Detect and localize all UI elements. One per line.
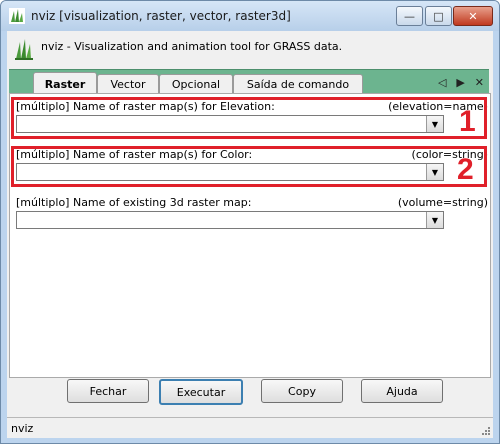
window-title: nviz [visualization, raster, vector, ras… bbox=[31, 9, 291, 23]
copy-button[interactable]: Copy bbox=[261, 379, 343, 403]
volume-label: [múltiplo] Name of existing 3d raster ma… bbox=[16, 196, 252, 209]
tab-saida-de-comando[interactable]: Saída de comando bbox=[233, 74, 363, 94]
close-window-button[interactable]: ✕ bbox=[453, 6, 493, 26]
grass-app-icon bbox=[9, 8, 25, 24]
run-button[interactable]: Executar bbox=[159, 379, 243, 405]
title-bar[interactable]: nviz [visualization, raster, vector, ras… bbox=[1, 1, 499, 31]
tab-navigation: ◁ ▶ ✕ bbox=[433, 76, 489, 89]
tab-prev-button[interactable]: ◁ bbox=[438, 76, 446, 89]
resize-grip-icon[interactable] bbox=[481, 426, 491, 436]
volume-field: [múltiplo] Name of existing 3d raster ma… bbox=[14, 196, 488, 230]
status-text: nviz bbox=[11, 422, 34, 435]
tab-close-button[interactable]: ✕ bbox=[475, 76, 484, 89]
highlight-box-1 bbox=[11, 97, 487, 139]
grass-logo-icon bbox=[15, 39, 33, 60]
chevron-down-icon[interactable]: ▼ bbox=[426, 212, 443, 228]
maximize-button[interactable]: □ bbox=[425, 6, 452, 26]
module-description: nviz - Visualization and animation tool … bbox=[41, 40, 343, 53]
tab-raster[interactable]: Raster bbox=[33, 72, 97, 95]
close-button[interactable]: Fechar bbox=[67, 379, 149, 403]
highlight-box-2 bbox=[11, 146, 487, 187]
tab-vector[interactable]: Vector bbox=[97, 74, 159, 94]
tab-bar: Raster Vector Opcional Saída de comando … bbox=[9, 69, 489, 95]
volume-key: (volume=string) bbox=[397, 196, 488, 209]
minimize-button[interactable]: — bbox=[396, 6, 423, 26]
volume-combobox[interactable]: ▼ bbox=[16, 211, 444, 229]
nviz-window: nviz [visualization, raster, vector, ras… bbox=[0, 0, 500, 444]
annotation-number-2: 2 bbox=[457, 153, 474, 186]
help-button[interactable]: Ajuda bbox=[361, 379, 443, 403]
tab-play-button[interactable]: ▶ bbox=[456, 76, 464, 89]
status-bar: nviz bbox=[7, 417, 493, 438]
annotation-number-1: 1 bbox=[459, 105, 476, 138]
tab-opcional[interactable]: Opcional bbox=[159, 74, 233, 94]
dialog-body: nviz - Visualization and animation tool … bbox=[7, 31, 493, 438]
